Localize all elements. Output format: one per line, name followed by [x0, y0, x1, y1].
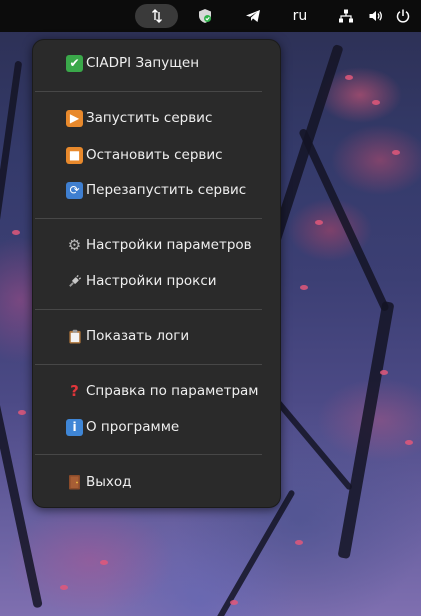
plug-shape — [69, 274, 82, 287]
top-bar: ru — [0, 0, 421, 32]
wallpaper-petal — [380, 370, 388, 375]
menu-item-label: Перезапустить сервис — [86, 182, 247, 198]
wallpaper-petal — [405, 440, 413, 445]
wallpaper-petal — [60, 585, 68, 590]
menu-item-label: Запустить сервис — [86, 110, 213, 126]
menu-item-proxy-settings[interactable]: Настройки прокси — [66, 269, 217, 293]
network-shape — [339, 9, 353, 23]
door-icon — [66, 474, 83, 491]
check-mark-icon: ✔ — [66, 54, 83, 72]
menu-item-parameter-help[interactable]: ? Справка по параметрам — [66, 379, 258, 403]
wallpaper-branch — [298, 127, 390, 313]
clipboard-shape — [68, 329, 81, 344]
menu-item-restart-service[interactable]: ⟳ Перезапустить сервис — [66, 178, 246, 202]
telegram-shape — [246, 10, 260, 22]
menu-item-label: Выход — [86, 474, 132, 490]
menu-item-start-service[interactable]: ▶ Запустить сервис — [66, 106, 212, 130]
telegram-icon[interactable] — [241, 4, 265, 28]
menu-item-label: Настройки прокси — [86, 273, 217, 289]
wallpaper-petal — [230, 600, 238, 605]
menu-item-stop-service[interactable]: ■ Остановить сервис — [66, 143, 223, 167]
door-shape — [69, 475, 80, 490]
menu-item-show-logs[interactable]: Показать логи — [66, 324, 189, 348]
ciadpi-tray-icon[interactable] — [135, 4, 178, 28]
menu-separator — [35, 91, 262, 92]
wallpaper-petal — [100, 560, 108, 565]
power-icon[interactable] — [392, 4, 414, 28]
wallpaper-petal — [345, 75, 353, 80]
wallpaper-petal — [12, 230, 20, 235]
wallpaper-petal — [315, 220, 323, 225]
stop-icon: ■ — [66, 146, 83, 164]
menu-item-label: Настройки параметров — [86, 237, 252, 253]
menu-item-parameter-settings[interactable]: ⚙ Настройки параметров — [66, 233, 252, 257]
wallpaper-petal — [295, 540, 303, 545]
menu-status-label: CIADPI Запущен — [86, 55, 200, 71]
ciadpi-arrows-icon — [151, 9, 162, 23]
shield-shape — [199, 9, 211, 23]
restart-icon: ⟳ — [66, 181, 83, 199]
menu-separator — [35, 364, 262, 365]
volume-shape — [369, 11, 382, 21]
gear-icon: ⚙ — [67, 235, 82, 254]
ciadpi-tray-menu: ✔ CIADPI Запущен ▶ Запустить сервис ■ Ос… — [32, 39, 281, 508]
wallpaper-branch — [0, 60, 23, 280]
menu-separator — [35, 218, 262, 219]
clipboard-icon — [66, 328, 83, 345]
menu-item-exit[interactable]: Выход — [66, 470, 132, 494]
wallpaper-branch — [210, 489, 296, 616]
menu-separator — [35, 309, 262, 310]
menu-item-label: Справка по параметрам — [86, 383, 259, 399]
info-icon: i — [66, 418, 83, 436]
keyboard-layout-indicator[interactable]: ru — [287, 4, 313, 28]
menu-item-label: О программе — [86, 419, 180, 435]
play-icon: ▶ — [66, 109, 83, 127]
wallpaper-petal — [18, 410, 26, 415]
wallpaper-petal — [392, 150, 400, 155]
wallpaper-petal — [372, 100, 380, 105]
wallpaper-petal — [300, 285, 308, 290]
menu-item-label: Остановить сервис — [86, 147, 223, 163]
menu-item-label: Показать логи — [86, 328, 190, 344]
desktop: ru ✔ CIADPI Запущен ▶ Запустить сервис ■… — [0, 0, 421, 616]
menu-item-about[interactable]: i О программе — [66, 415, 179, 439]
question-icon: ? — [70, 381, 79, 400]
volume-icon[interactable] — [366, 4, 386, 28]
wallpaper-branch — [337, 300, 395, 560]
network-icon[interactable] — [335, 4, 357, 28]
plug-icon — [66, 273, 83, 290]
power-shape — [396, 9, 410, 23]
menu-status-item: ✔ CIADPI Запущен — [66, 51, 199, 75]
menu-separator — [35, 454, 262, 455]
shield-icon[interactable] — [193, 4, 217, 28]
